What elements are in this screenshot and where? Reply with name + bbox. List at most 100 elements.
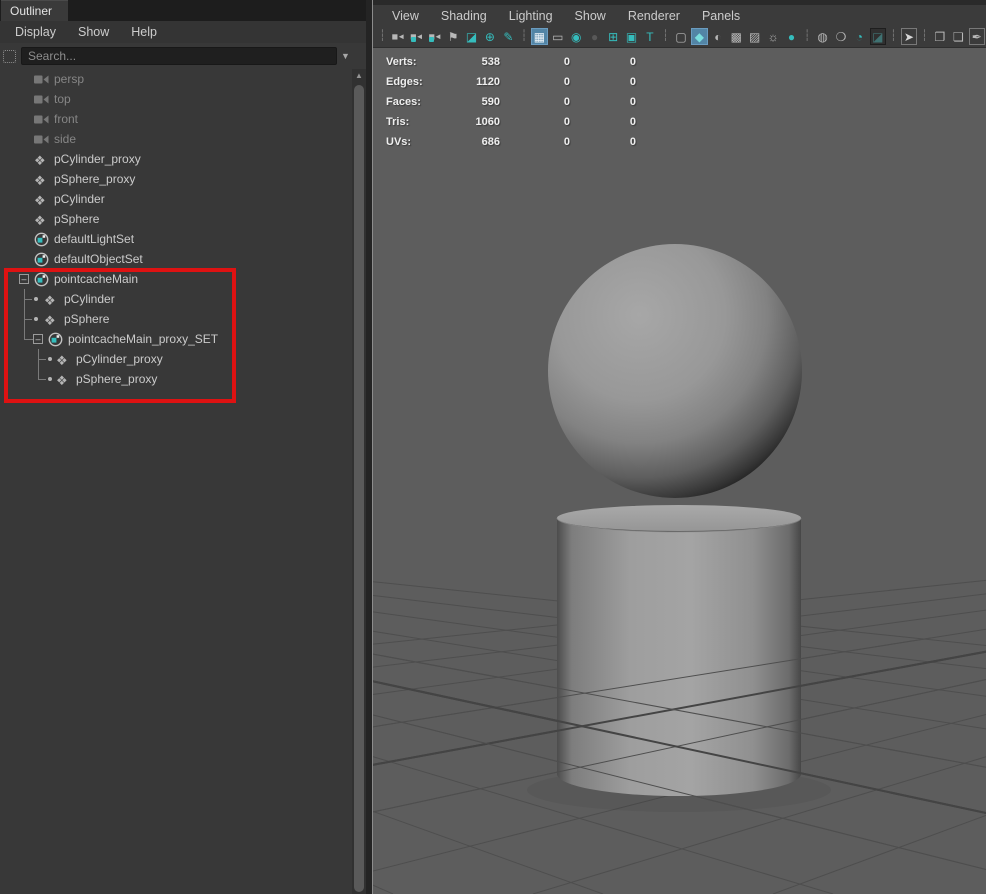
mesh-icon: ❖ bbox=[34, 152, 46, 170]
outliner-item-pCylinder_proxy[interactable]: ❖ pCylinder_proxy bbox=[0, 149, 350, 169]
camera-gear-icon[interactable]: ◼◄ bbox=[426, 28, 442, 45]
camera-icon[interactable]: ◼◄ bbox=[390, 28, 406, 45]
outliner-item-top[interactable]: top bbox=[0, 89, 350, 109]
outliner-search-row: ▼ bbox=[0, 43, 366, 69]
viewport-canvas[interactable]: Verts:53800Edges:112000Faces:59000Tris:1… bbox=[373, 48, 986, 894]
outliner-menu-display[interactable]: Display bbox=[4, 23, 67, 41]
hud-value: 0 bbox=[570, 136, 636, 148]
image-plane-icon[interactable]: ◪ bbox=[463, 28, 479, 45]
hud-value: 0 bbox=[570, 56, 636, 68]
tab-outliner[interactable]: Outliner bbox=[1, 0, 68, 21]
wireframe-on-shaded-icon[interactable]: ▨ bbox=[746, 28, 762, 45]
marker-pen-icon[interactable]: ✒ bbox=[969, 28, 985, 45]
outliner-menubar: DisplayShowHelp bbox=[0, 21, 366, 43]
hud-row-faces: Faces:59000 bbox=[386, 92, 636, 112]
scrollbar-thumb[interactable] bbox=[354, 85, 364, 892]
outliner-scrollbar[interactable]: ▲ bbox=[352, 69, 366, 894]
toolbar-grip: ┆ bbox=[890, 28, 897, 45]
pane-layout-icon[interactable]: ❐ bbox=[932, 28, 948, 45]
mesh-icon: ❖ bbox=[34, 212, 46, 230]
mesh-icon: ❖ bbox=[34, 192, 46, 210]
outliner-item-pCylinder[interactable]: ❖pCylinder bbox=[0, 189, 350, 209]
hud-label: Edges: bbox=[386, 76, 434, 88]
motion-blur-icon[interactable]: ❍ bbox=[833, 28, 849, 45]
hud-value: 0 bbox=[500, 56, 570, 68]
outliner-item-pCylinder_proxy[interactable]: ❖ pCylinder_proxy bbox=[0, 349, 350, 369]
item-label: pCylinder bbox=[64, 289, 115, 309]
scroll-up-icon[interactable]: ▲ bbox=[352, 71, 366, 80]
toolbar-grip: ┆ bbox=[921, 28, 928, 45]
bookmark-icon[interactable]: ⚑ bbox=[445, 28, 461, 45]
outliner-item-defaultObjectSet[interactable]: defaultObjectSet bbox=[0, 249, 350, 269]
grid-icon[interactable]: ▦ bbox=[531, 28, 547, 45]
expander-icon[interactable]: – bbox=[33, 334, 43, 344]
viewport-menubar: ViewShadingLightingShowRendererPanels bbox=[373, 5, 986, 26]
pan-zoom-icon[interactable]: ⊕ bbox=[482, 28, 498, 45]
teal-badge bbox=[411, 37, 416, 42]
sphere-mesh[interactable] bbox=[548, 244, 802, 498]
viewport-menu-panels[interactable]: Panels bbox=[691, 7, 751, 25]
toolbar-grip: ┆ bbox=[804, 28, 811, 45]
smooth-shade-icon[interactable]: ◆ bbox=[691, 28, 707, 45]
hud-value: 686 bbox=[434, 136, 500, 148]
material-shade-icon[interactable]: ◐ bbox=[710, 28, 726, 45]
safe-title-icon[interactable]: T bbox=[642, 28, 658, 45]
shadows-icon[interactable]: ● bbox=[783, 28, 799, 45]
hud-label: UVs: bbox=[386, 136, 434, 148]
textured-icon[interactable]: ▩ bbox=[728, 28, 744, 45]
expander-icon[interactable]: – bbox=[19, 274, 29, 284]
exposure-icon[interactable]: ◪ bbox=[870, 28, 886, 45]
outliner-item-pSphere_proxy[interactable]: ❖pSphere_proxy bbox=[0, 369, 350, 389]
ssao-icon[interactable]: ◍ bbox=[814, 28, 830, 45]
gate-mask-icon[interactable]: ● bbox=[586, 28, 602, 45]
outliner-item-pSphere_proxy[interactable]: ❖pSphere_proxy bbox=[0, 169, 350, 189]
outliner-item-front[interactable]: front bbox=[0, 109, 350, 129]
item-label: pSphere bbox=[54, 209, 99, 229]
outliner-item-defaultLightSet[interactable]: defaultLightSet bbox=[0, 229, 350, 249]
camera-icon bbox=[34, 72, 49, 90]
lighting-icon[interactable]: ☼ bbox=[765, 28, 781, 45]
camera-lock-icon[interactable]: ◼◄ bbox=[408, 28, 424, 45]
hud-value: 0 bbox=[570, 76, 636, 88]
hud-label: Tris: bbox=[386, 116, 434, 128]
outliner-item-pCylinder[interactable]: ❖pCylinder bbox=[0, 289, 350, 309]
outliner-item-persp[interactable]: persp bbox=[0, 69, 350, 89]
pane-layout-alt-icon[interactable]: ❏ bbox=[950, 28, 966, 45]
outliner-item-pointcacheMain[interactable]: – pointcacheMain bbox=[0, 269, 350, 289]
viewport-menu-shading[interactable]: Shading bbox=[430, 7, 498, 25]
field-chart-icon[interactable]: ⊞ bbox=[605, 28, 621, 45]
item-label: persp bbox=[54, 69, 84, 89]
mesh-icon: ❖ bbox=[56, 352, 68, 370]
viewport-menu-view[interactable]: View bbox=[381, 7, 430, 25]
hud-row-tris: Tris:106000 bbox=[386, 112, 636, 132]
search-dropdown-icon[interactable]: ▼ bbox=[341, 51, 350, 61]
outliner-menu-help[interactable]: Help bbox=[120, 23, 168, 41]
hud-value: 1120 bbox=[434, 76, 500, 88]
item-label: pCylinder_proxy bbox=[76, 349, 163, 369]
grease-pencil-icon[interactable]: ✎ bbox=[500, 28, 516, 45]
hud-value: 1060 bbox=[434, 116, 500, 128]
search-input[interactable] bbox=[21, 47, 337, 65]
outliner-item-pSphere[interactable]: ❖pSphere bbox=[0, 309, 350, 329]
cylinder-mesh[interactable] bbox=[557, 505, 801, 796]
outliner-item-pSphere[interactable]: ❖ pSphere bbox=[0, 209, 350, 229]
film-gate-icon[interactable]: ▭ bbox=[550, 28, 566, 45]
resolution-gate-icon[interactable]: ◉ bbox=[568, 28, 584, 45]
viewport-menu-show[interactable]: Show bbox=[564, 7, 617, 25]
camera-icon bbox=[34, 92, 49, 110]
outliner-item-side[interactable]: side bbox=[0, 129, 350, 149]
item-label: pointcacheMain bbox=[54, 269, 138, 289]
scene-3d bbox=[373, 48, 986, 894]
outliner-menu-show[interactable]: Show bbox=[67, 23, 120, 41]
viewport-menu-lighting[interactable]: Lighting bbox=[498, 7, 564, 25]
filter-selection-icon[interactable] bbox=[3, 50, 16, 63]
safe-action-icon[interactable]: ▣ bbox=[623, 28, 639, 45]
outliner-panel: Outliner DisplayShowHelp ▼ persptopfront… bbox=[0, 0, 366, 894]
isolate-select-icon[interactable]: ➤ bbox=[901, 28, 917, 45]
item-label: pointcacheMain_proxy_SET bbox=[68, 329, 218, 349]
outliner-item-pointcacheMain_proxy_SET[interactable]: – pointcacheMain_proxy_SET bbox=[0, 329, 350, 349]
viewport-menu-renderer[interactable]: Renderer bbox=[617, 7, 691, 25]
wireframe-cube-icon[interactable]: ▢ bbox=[673, 28, 689, 45]
item-label: pCylinder_proxy bbox=[54, 149, 141, 169]
anti-aliasing-icon[interactable]: ◔ bbox=[851, 28, 867, 45]
